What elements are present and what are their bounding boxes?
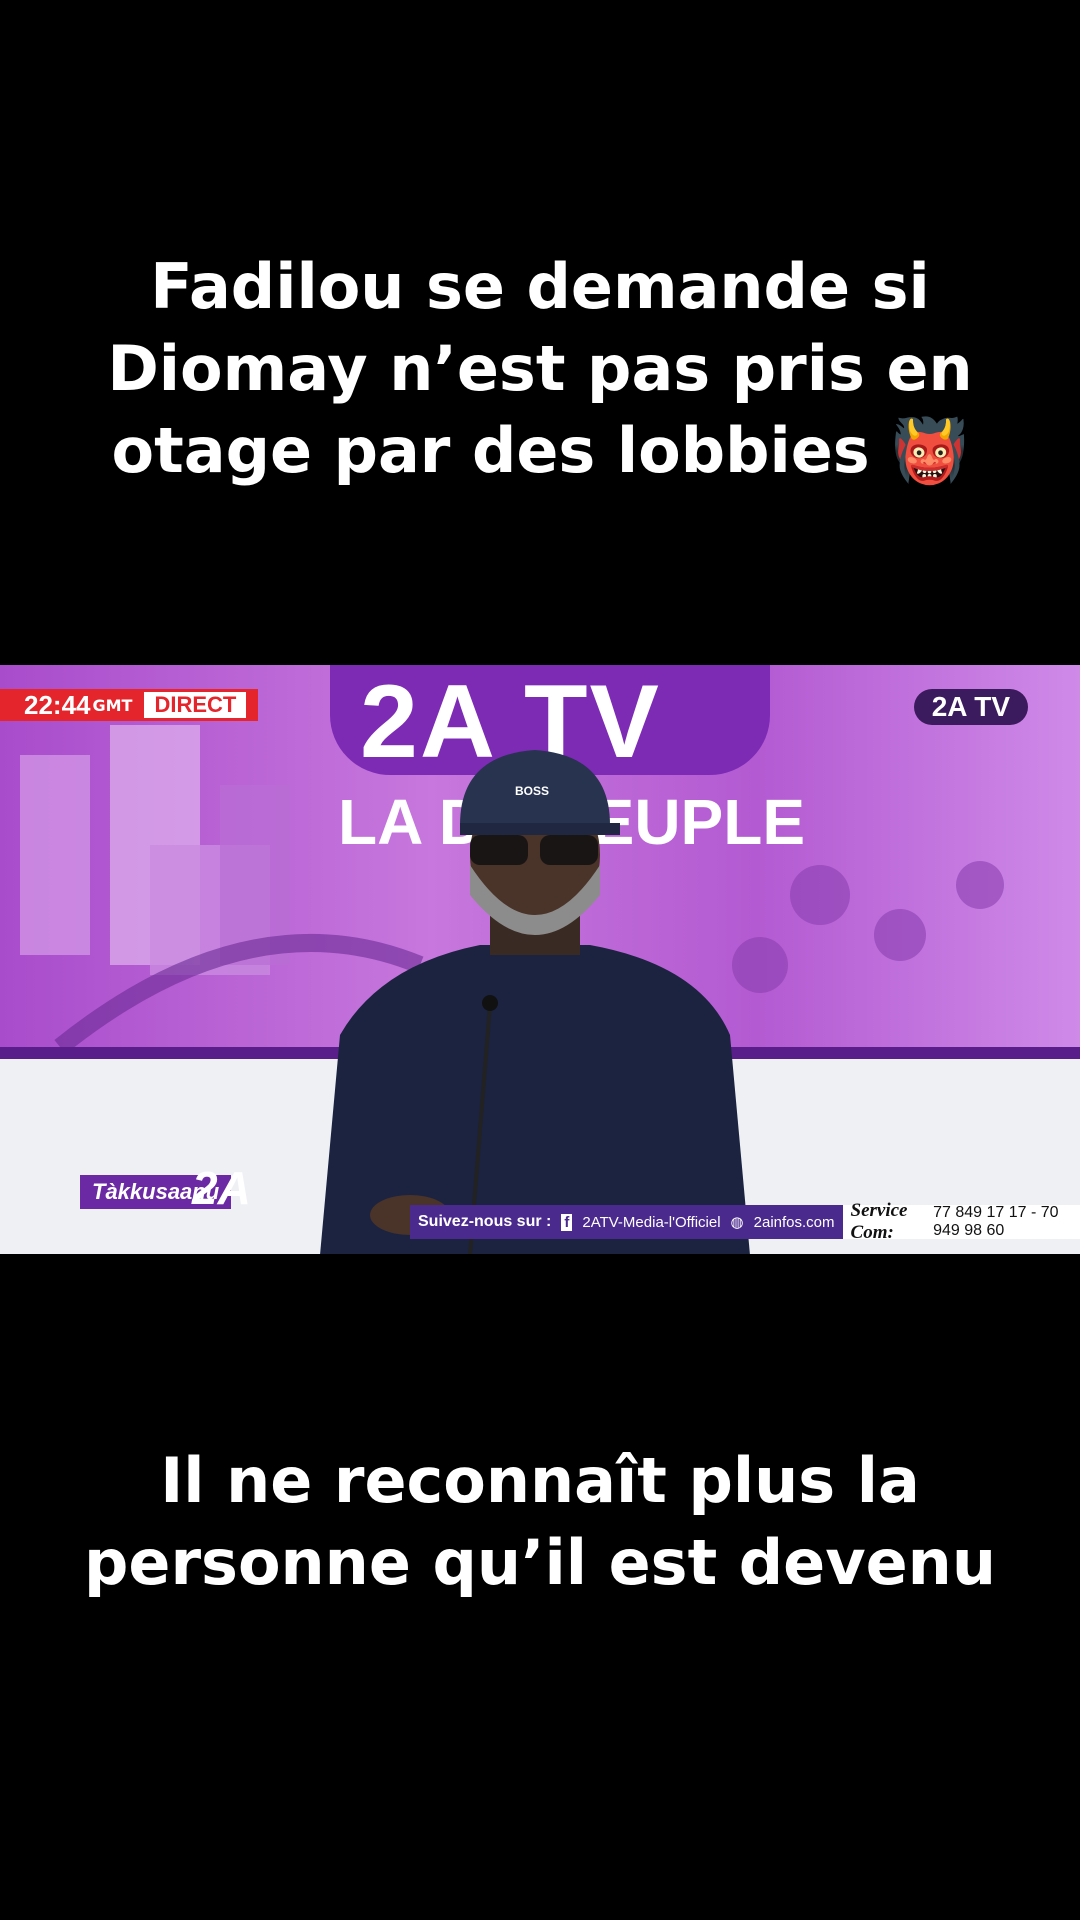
lower-third-info: Suivez-nous sur : f 2ATV-Media-l'Officie… xyxy=(410,1200,1080,1243)
show-badge: 2A xyxy=(192,1162,251,1214)
speaker: BOSS xyxy=(320,750,750,1254)
corner-logo: 2A TV xyxy=(913,689,1028,725)
globe-icon: ◍ xyxy=(730,1214,744,1231)
top-caption-line: Diomay n’est pas pris en xyxy=(107,332,973,405)
bottom-caption-line: Il ne reconnaît plus la xyxy=(160,1444,920,1517)
top-caption-line: otage par des lobbies 👹 xyxy=(111,414,969,487)
bottom-caption-line: personne qu’il est devenu xyxy=(84,1526,996,1599)
website: 2ainfos.com xyxy=(753,1213,835,1231)
facebook-icon: f xyxy=(561,1213,573,1231)
phone-numbers: 77 849 17 17 - 70 949 98 60 xyxy=(933,1204,1059,1239)
facebook-handle: 2ATV-Media-l'Officiel xyxy=(582,1213,721,1231)
timezone: GMT xyxy=(92,695,133,715)
video-frame[interactable]: 2A TV LA DU PEUPLE BOSS 22:44 GMT DIRECT… xyxy=(0,665,1080,1254)
live-time-badge: 22:44 GMT DIRECT xyxy=(0,689,259,721)
service-contact: Service Com: 77 849 17 17 - 70 949 98 60 xyxy=(842,1200,1080,1243)
top-caption: Fadilou se demande si Diomay n’est pas p… xyxy=(0,246,1080,492)
social-links: Suivez-nous sur : f 2ATV-Media-l'Officie… xyxy=(410,1205,843,1239)
clock: 22:44 xyxy=(24,689,91,720)
bottom-caption: Il ne reconnaît plus la personne qu’il e… xyxy=(0,1440,1080,1604)
service-label: Service Com: xyxy=(850,1200,908,1243)
top-caption-line: Fadilou se demande si xyxy=(150,250,930,323)
cap-logo: BOSS xyxy=(515,784,549,798)
follow-label: Suivez-nous sur : xyxy=(418,1213,552,1230)
live-label: DIRECT xyxy=(144,692,247,718)
